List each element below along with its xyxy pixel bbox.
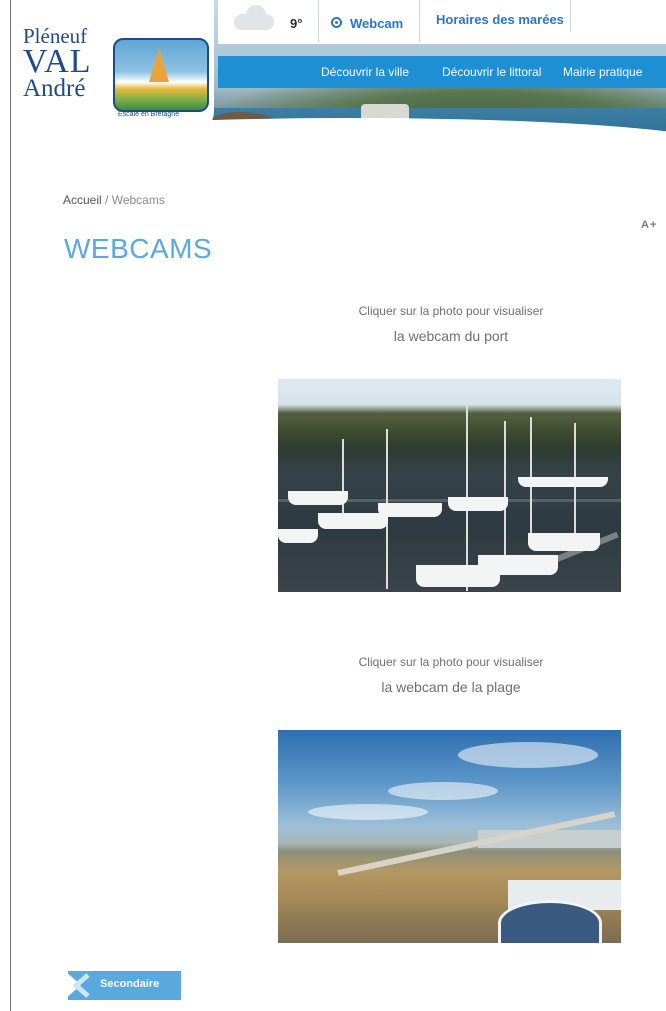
dome-roof: [498, 900, 602, 943]
moored-boat: [318, 513, 388, 529]
webcam-beach-photo[interactable]: [278, 730, 621, 943]
secondary-button-label: Secondaire: [100, 978, 160, 990]
tides-link[interactable]: Horaires des marées: [420, 0, 571, 32]
site-logo[interactable]: Pléneuf VAL André Escale en Bretagne: [11, 0, 214, 140]
page-frame: Pléneuf VAL André Escale en Bretagne 9° …: [10, 0, 666, 1011]
tides-link-label: Horaires des marées: [436, 12, 564, 27]
secondary-menu-button[interactable]: Secondaire: [65, 971, 181, 1000]
font-size-increase-button[interactable]: A+: [641, 219, 657, 231]
moored-boat: [528, 533, 600, 551]
breadcrumb: Accueil / Webcams: [63, 193, 165, 207]
logo-tagline: Escale en Bretagne: [118, 111, 180, 118]
webcam-port-caption-line2: la webcam du port: [393, 328, 509, 344]
logo-line-andre: André: [23, 75, 86, 102]
webcam-link[interactable]: Webcam: [319, 0, 420, 42]
moored-boat: [518, 477, 608, 487]
moored-boat: [416, 565, 500, 587]
moored-boat: [378, 503, 442, 517]
webcam-beach-caption-line2: la webcam de la plage: [381, 679, 521, 695]
moored-boat: [448, 497, 508, 511]
nav-item-mairie[interactable]: Mairie pratique: [563, 65, 642, 79]
main-nav: Découvrir la ville Découvrir le littoral…: [218, 56, 666, 88]
sky-cloud: [308, 804, 428, 820]
sky-cloud: [458, 742, 598, 768]
temperature: 9°: [290, 16, 303, 31]
moored-boat: [288, 491, 348, 505]
boat-mast: [466, 401, 468, 591]
webcam-beach-caption-line1: Cliquer sur la photo pour visualiser: [358, 655, 544, 669]
logo-emblem: [113, 38, 209, 112]
page-title: WEBCAMS: [64, 233, 213, 264]
sky-cloud: [388, 782, 498, 800]
cloud-icon: [234, 5, 274, 30]
breadcrumb-current: Webcams: [111, 193, 165, 207]
webcam-port-photo[interactable]: [278, 379, 621, 592]
webcam-link-label: Webcam: [350, 16, 404, 31]
nav-item-ville[interactable]: Découvrir la ville: [321, 65, 409, 79]
moored-boat: [278, 529, 318, 543]
logo-line-val: VAL: [23, 43, 92, 80]
nav-item-littoral[interactable]: Découvrir le littoral: [442, 65, 541, 79]
webcam-icon: [331, 17, 342, 28]
top-bar: 9° Webcam Horaires des marées: [218, 0, 666, 44]
sailboat-icon: [149, 48, 169, 82]
webcam-port-caption-line1: Cliquer sur la photo pour visualiser: [358, 304, 544, 318]
breadcrumb-home[interactable]: Accueil: [63, 193, 102, 207]
weather-widget[interactable]: 9°: [218, 0, 319, 42]
boat-mast: [504, 421, 506, 571]
logo-wordmark: Pléneuf VAL André: [23, 26, 92, 102]
chevron-left-icon: [72, 973, 90, 998]
breadcrumb-separator: /: [101, 193, 112, 207]
